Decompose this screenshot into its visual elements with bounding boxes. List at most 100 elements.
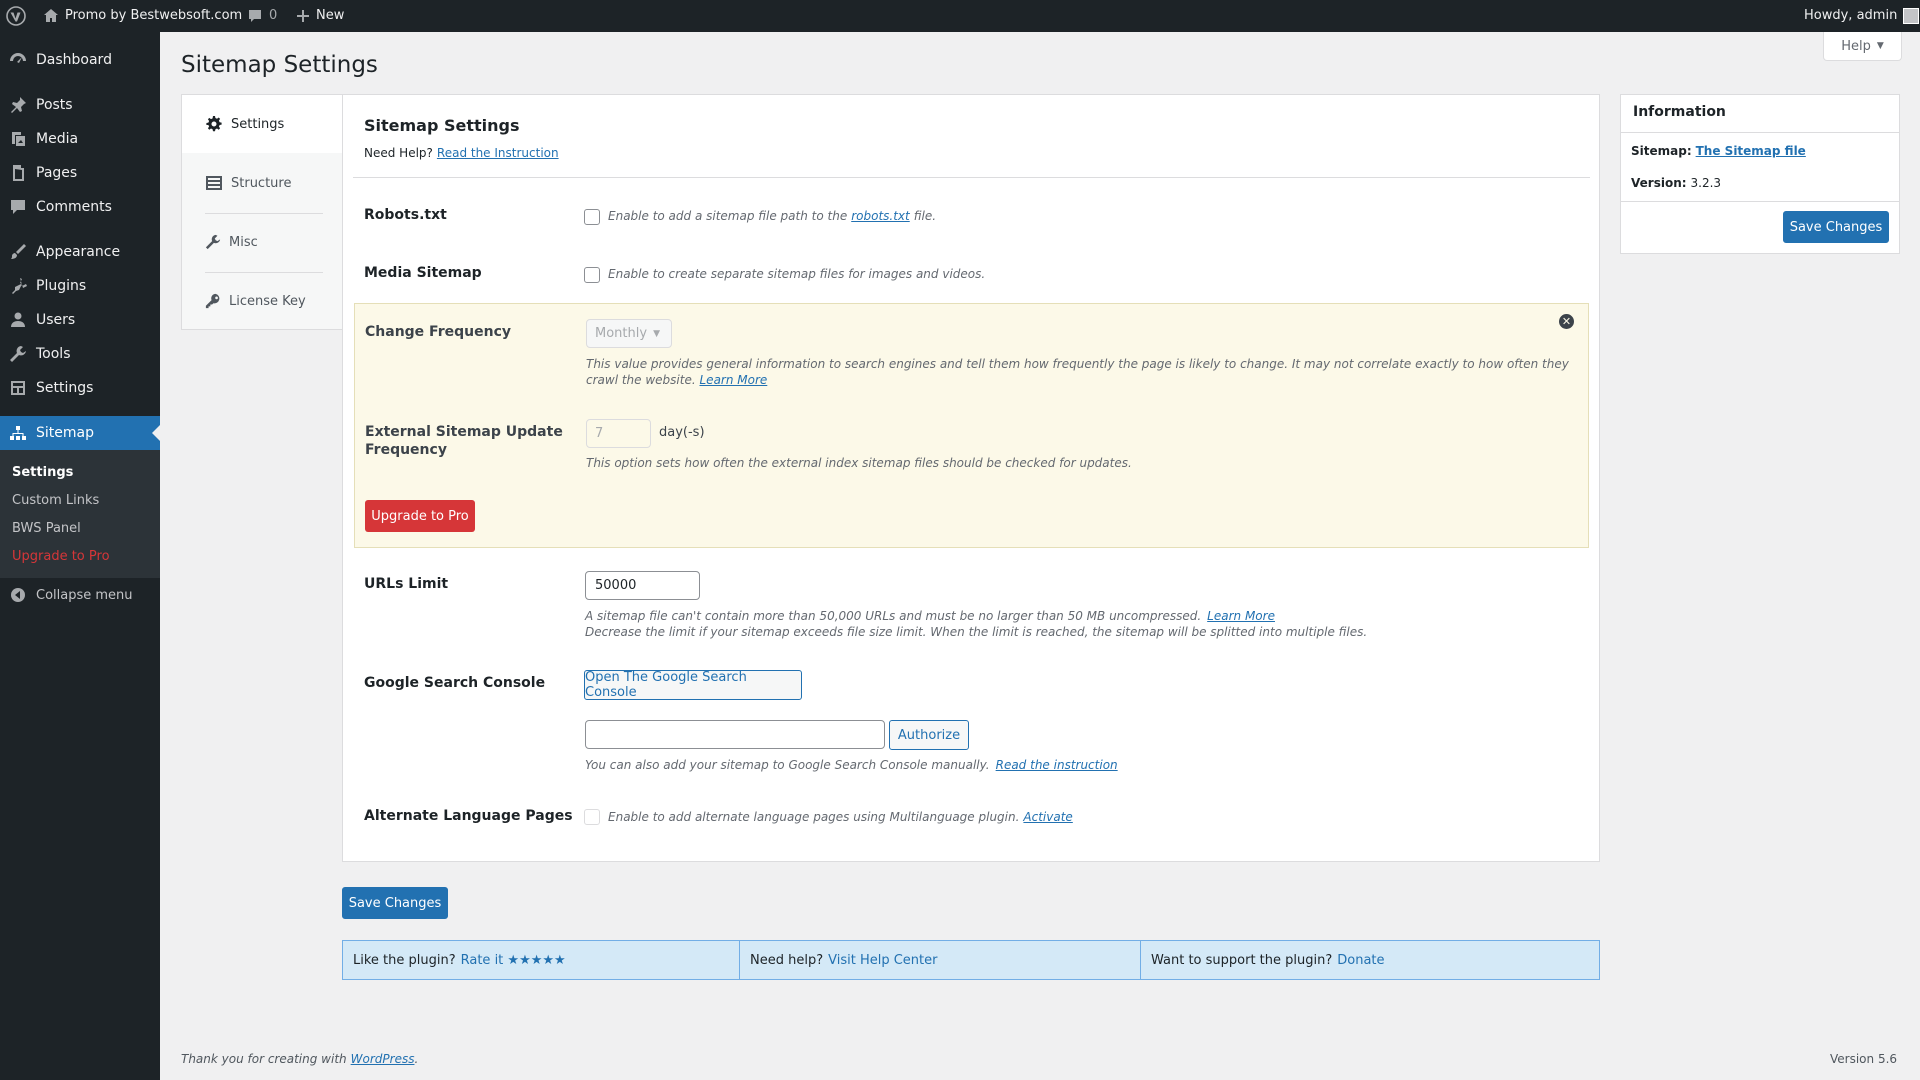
- wordpress-logo-icon[interactable]: [6, 0, 26, 32]
- divider: [1621, 201, 1899, 202]
- submenu-item-custom-links[interactable]: Custom Links: [12, 493, 99, 508]
- sidebar-item-sitemap[interactable]: Sitemap: [0, 416, 160, 450]
- donate-link[interactable]: Donate: [1337, 953, 1384, 968]
- howdy-text: Howdy, admin: [1804, 8, 1898, 23]
- donate-cell: Want to support the plugin? Donate: [1151, 952, 1385, 968]
- section-heading: Sitemap Settings: [364, 116, 520, 135]
- new-content-link[interactable]: New: [296, 0, 344, 32]
- sitemap-file-link[interactable]: The Sitemap file: [1696, 144, 1806, 158]
- rating-stars-icon: ★★★★★: [507, 952, 566, 968]
- gsc-auth-code-input[interactable]: [585, 720, 885, 749]
- divider: [353, 177, 1590, 178]
- urls-limit-description-2: Decrease the limit if your sitemap excee…: [585, 625, 1368, 639]
- google-search-console-label: Google Search Console: [364, 675, 546, 691]
- alternate-language-checkbox[interactable]: [584, 809, 600, 825]
- media-sitemap-label: Media Sitemap: [364, 265, 482, 281]
- rate-it-link[interactable]: Rate it ★★★★★: [461, 953, 566, 968]
- media-sitemap-description: Enable to create separate sitemap files …: [608, 267, 986, 281]
- sidebar-item-pages[interactable]: Pages: [0, 156, 160, 190]
- urls-limit-input[interactable]: 50000: [585, 571, 700, 600]
- sidebar-item-comments[interactable]: Comments: [0, 190, 160, 224]
- page-icon: [0, 164, 36, 182]
- gsc-read-instruction-link[interactable]: Read the instruction: [996, 757, 1118, 773]
- change-frequency-description: This value provides general information …: [586, 357, 1569, 387]
- new-label: New: [316, 8, 345, 23]
- wrench-icon: [0, 345, 36, 363]
- dashboard-icon: [0, 51, 36, 69]
- visit-help-center-link[interactable]: Visit Help Center: [828, 953, 937, 968]
- help-tab-button[interactable]: Help ▼: [1823, 32, 1902, 61]
- plus-icon: [297, 10, 309, 22]
- rate-cell: Like the plugin? Rate it ★★★★★: [343, 941, 740, 979]
- admin-sidebar: Dashboard Posts Media Pages Comments App…: [0, 32, 160, 1080]
- submenu-item-bws-panel[interactable]: BWS Panel: [12, 521, 81, 536]
- home-icon: [44, 9, 58, 22]
- admin-bar: Promo by Bestwebsoft.com 0 New Howdy, ad…: [0, 0, 1920, 32]
- activate-multilanguage-link[interactable]: Activate: [1023, 809, 1072, 825]
- sitemap-file-line: Sitemap: The Sitemap file: [1631, 144, 1806, 158]
- caret-down-icon: ▼: [1876, 41, 1884, 51]
- sidebar-item-media[interactable]: Media: [0, 122, 160, 156]
- collapse-arrow-icon: [0, 587, 36, 603]
- robots-txt-link[interactable]: robots.txt: [851, 208, 910, 224]
- page-title: Sitemap Settings: [181, 52, 378, 78]
- change-frequency-learn-more-link[interactable]: Learn More: [700, 373, 768, 387]
- change-frequency-select[interactable]: Monthly ▼: [586, 319, 672, 348]
- plugin-footer-bar: Like the plugin? Rate it ★★★★★ Need help…: [342, 940, 1600, 980]
- authorize-button[interactable]: Authorize: [889, 720, 969, 750]
- alternate-language-label: Alternate Language Pages: [364, 808, 573, 824]
- tab-structure[interactable]: Structure: [182, 154, 344, 212]
- site-name: Promo by Bestwebsoft.com: [65, 8, 243, 23]
- save-changes-button[interactable]: Save Changes: [342, 887, 448, 919]
- plugin-icon: [0, 277, 36, 295]
- external-update-frequency-input[interactable]: 7: [586, 419, 651, 448]
- collapse-menu-button[interactable]: Collapse menu: [0, 578, 160, 612]
- comments-count: 0: [269, 8, 278, 23]
- urls-limit-description: A sitemap file can't contain more than 5…: [585, 608, 1275, 624]
- submenu-item-upgrade-to-pro[interactable]: Upgrade to Pro: [12, 549, 110, 564]
- close-icon[interactable]: ✕: [1559, 314, 1574, 329]
- tab-misc[interactable]: Misc: [182, 213, 344, 271]
- gsc-description: You can also add your sitemap to Google …: [585, 757, 1118, 773]
- version-line: Version: 3.2.3: [1631, 176, 1722, 190]
- submenu-item-settings[interactable]: Settings: [12, 465, 73, 480]
- sidebar-item-dashboard[interactable]: Dashboard: [0, 43, 160, 77]
- wordpress-link[interactable]: WordPress: [351, 1052, 415, 1066]
- info-save-changes-button[interactable]: Save Changes: [1783, 211, 1889, 243]
- media-sitemap-checkbox[interactable]: [584, 267, 600, 283]
- comment-icon: [249, 10, 261, 22]
- wp-version: Version 5.6: [1830, 1052, 1898, 1066]
- robots-label: Robots.txt: [364, 207, 447, 223]
- account-menu[interactable]: Howdy, admin: [1804, 0, 1920, 32]
- comments-link[interactable]: 0: [247, 0, 277, 32]
- urls-limit-learn-more-link[interactable]: Learn More: [1207, 608, 1275, 624]
- sidebar-item-posts[interactable]: Posts: [0, 88, 160, 122]
- brush-icon: [0, 243, 36, 261]
- sidebar-item-settings[interactable]: Settings: [0, 371, 160, 405]
- alternate-language-description: Enable to add alternate language pages u…: [608, 809, 1073, 825]
- upgrade-to-pro-button[interactable]: Upgrade to Pro: [365, 500, 475, 532]
- robots-checkbox[interactable]: [584, 209, 600, 225]
- information-title: Information: [1633, 104, 1726, 120]
- external-unit-label: day(-s): [659, 425, 705, 440]
- sidebar-item-appearance[interactable]: Appearance: [0, 235, 160, 269]
- wrench-icon: [205, 234, 221, 250]
- sidebar-item-users[interactable]: Users: [0, 303, 160, 337]
- site-name-link[interactable]: Promo by Bestwebsoft.com: [43, 0, 242, 32]
- settings-icon: [0, 379, 36, 397]
- help-cell: Need help? Visit Help Center: [740, 941, 1141, 979]
- sitemap-submenu: Settings Custom Links BWS Panel Upgrade …: [0, 450, 160, 578]
- external-update-frequency-label: External Sitemap Update Frequency: [365, 424, 563, 458]
- settings-tabs: Settings Structure Misc License Key: [181, 94, 345, 330]
- sidebar-item-plugins[interactable]: Plugins: [0, 269, 160, 303]
- open-google-search-console-button[interactable]: Open The Google Search Console: [584, 670, 802, 700]
- pin-icon: [0, 96, 36, 114]
- tab-settings[interactable]: Settings: [182, 95, 345, 153]
- tab-license-key[interactable]: License Key: [182, 272, 344, 330]
- need-help-line: Need Help? Read the Instruction: [364, 146, 559, 160]
- read-instruction-link[interactable]: Read the Instruction: [437, 146, 559, 160]
- robots-description: Enable to add a sitemap file path to the…: [608, 208, 937, 224]
- sidebar-item-tools[interactable]: Tools: [0, 337, 160, 371]
- avatar: [1903, 8, 1920, 24]
- chevron-down-icon: ▼: [653, 328, 660, 339]
